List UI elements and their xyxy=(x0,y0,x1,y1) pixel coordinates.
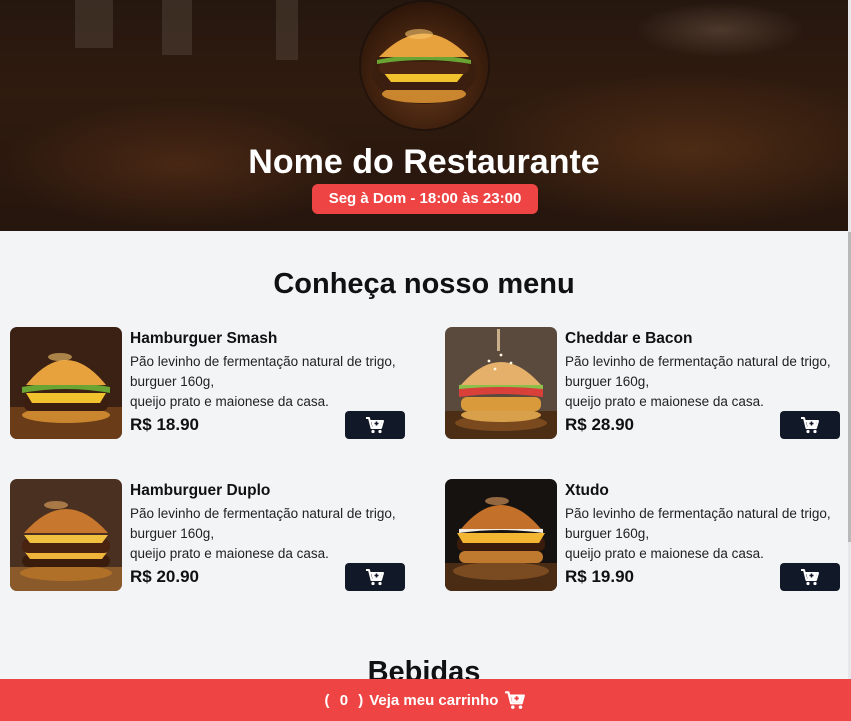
cart-plus-icon xyxy=(801,417,819,434)
add-to-cart-button[interactable] xyxy=(780,563,840,591)
menu-heading: Conheça nosso menu xyxy=(273,268,575,300)
description-line: Pão levinho de fermentação natural de tr… xyxy=(130,506,396,521)
item-description: Pão levinho de fermentação natural de tr… xyxy=(565,352,850,412)
cart-count: 0 xyxy=(339,691,349,709)
description-line: burguer 160g, xyxy=(565,526,650,541)
description-line: queijo prato e maionese da casa. xyxy=(565,546,764,561)
menu-item: Cheddar e Bacon Pão levinho de fermentaç… xyxy=(445,327,845,439)
view-cart-button[interactable]: ( 0 ) Veja meu carrinho xyxy=(0,679,851,721)
menu-item: Hamburguer Smash Pão levinho de fermenta… xyxy=(10,327,410,439)
description-line: burguer 160g, xyxy=(565,374,650,389)
burger-photo xyxy=(10,327,122,439)
item-price: R$ 18.90 xyxy=(130,415,199,434)
menu-item: Xtudo Pão levinho de fermentação natural… xyxy=(445,479,845,591)
item-name: Xtudo xyxy=(565,482,609,499)
restaurant-logo xyxy=(361,2,488,129)
restaurant-name: Nome do Restaurante xyxy=(248,143,600,181)
hero-banner: Nome do Restaurante Seg à Dom - 18:00 às… xyxy=(0,0,848,231)
cart-plus-icon xyxy=(505,691,526,709)
description-line: queijo prato e maionese da casa. xyxy=(565,394,764,409)
cart-plus-icon xyxy=(366,569,384,586)
item-name: Hamburguer Duplo xyxy=(130,482,271,499)
description-line: burguer 160g, xyxy=(130,526,215,541)
description-line: Pão levinho de fermentação natural de tr… xyxy=(130,354,396,369)
description-line: queijo prato e maionese da casa. xyxy=(130,546,329,561)
add-to-cart-button[interactable] xyxy=(345,411,405,439)
burger-photo xyxy=(10,479,122,591)
description-line: queijo prato e maionese da casa. xyxy=(130,394,329,409)
cart-count-close: ) xyxy=(354,691,364,709)
description-line: Pão levinho de fermentação natural de tr… xyxy=(565,354,831,369)
item-description: Pão levinho de fermentação natural de tr… xyxy=(130,352,415,412)
cart-count-open: ( xyxy=(324,691,334,709)
item-price: R$ 19.90 xyxy=(565,567,634,586)
cart-plus-icon xyxy=(366,417,384,434)
add-to-cart-button[interactable] xyxy=(345,563,405,591)
item-price: R$ 20.90 xyxy=(130,567,199,586)
cart-label: Veja meu carrinho xyxy=(369,691,499,709)
item-name: Hamburguer Smash xyxy=(130,330,278,347)
item-price: R$ 28.90 xyxy=(565,415,634,434)
description-line: burguer 160g, xyxy=(130,374,215,389)
description-line: Pão levinho de fermentação natural de tr… xyxy=(565,506,831,521)
cart-plus-icon xyxy=(801,569,819,586)
burger-photo xyxy=(445,479,557,591)
item-description: Pão levinho de fermentação natural de tr… xyxy=(130,504,415,564)
item-name: Cheddar e Bacon xyxy=(565,330,693,347)
item-description: Pão levinho de fermentação natural de tr… xyxy=(565,504,850,564)
burger-photo xyxy=(445,327,557,439)
menu-item: Hamburguer Duplo Pão levinho de fermenta… xyxy=(10,479,410,591)
opening-hours-badge: Seg à Dom - 18:00 às 23:00 xyxy=(312,184,538,214)
add-to-cart-button[interactable] xyxy=(780,411,840,439)
